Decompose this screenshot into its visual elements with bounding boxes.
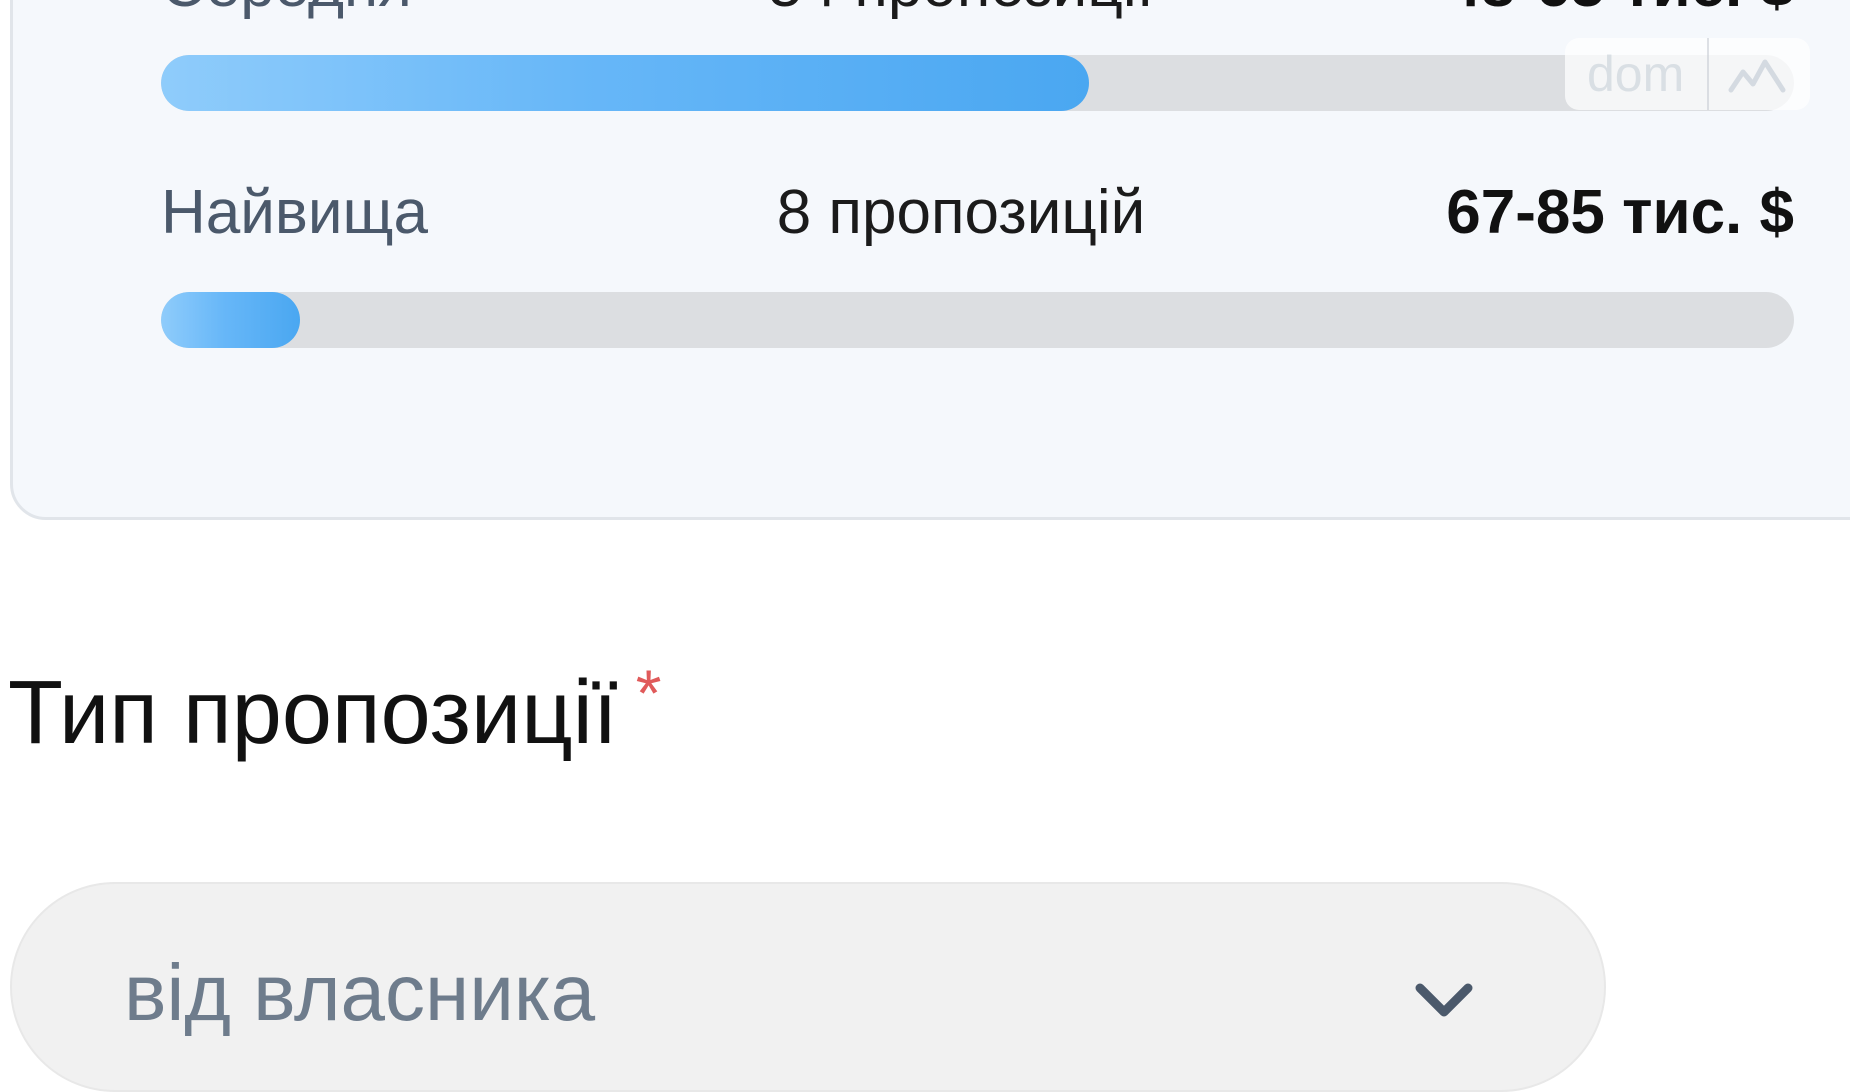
price-range: 67-85 тис. $ <box>1446 178 1794 247</box>
offer-count: 54 пропозиції <box>691 0 1231 21</box>
offer-type-select[interactable]: від власника <box>10 882 1606 1092</box>
progress-fill <box>161 55 1089 111</box>
progress-fill <box>161 292 300 348</box>
price-tier-label: Найвища <box>161 178 428 247</box>
price-tier-row-highest: Найвища 8 пропозицій 67-85 тис. $ <box>161 178 1794 248</box>
price-tier-label: Середня <box>161 0 412 21</box>
chevron-down-icon[interactable] <box>1412 978 1476 1022</box>
price-range: 48-65 тис. $ <box>1446 0 1794 21</box>
offer-type-selected-value: від власника <box>124 948 596 1037</box>
offer-type-label: Тип пропозиції * <box>8 660 661 758</box>
offer-count: 8 пропозицій <box>776 178 1146 247</box>
site-watermark: dom <box>1565 38 1810 110</box>
offer-type-label-text: Тип пропозиції <box>8 663 618 763</box>
progress-bar-highest <box>161 292 1794 348</box>
watermark-text: dom <box>1587 46 1685 102</box>
watermark-divider <box>1707 38 1709 110</box>
required-marker: * <box>635 656 662 730</box>
logo-mark-icon <box>1728 59 1786 93</box>
progress-bar-average <box>161 55 1794 111</box>
price-tier-row-average: Середня 54 пропозиції 48-65 тис. $ <box>161 0 1794 21</box>
